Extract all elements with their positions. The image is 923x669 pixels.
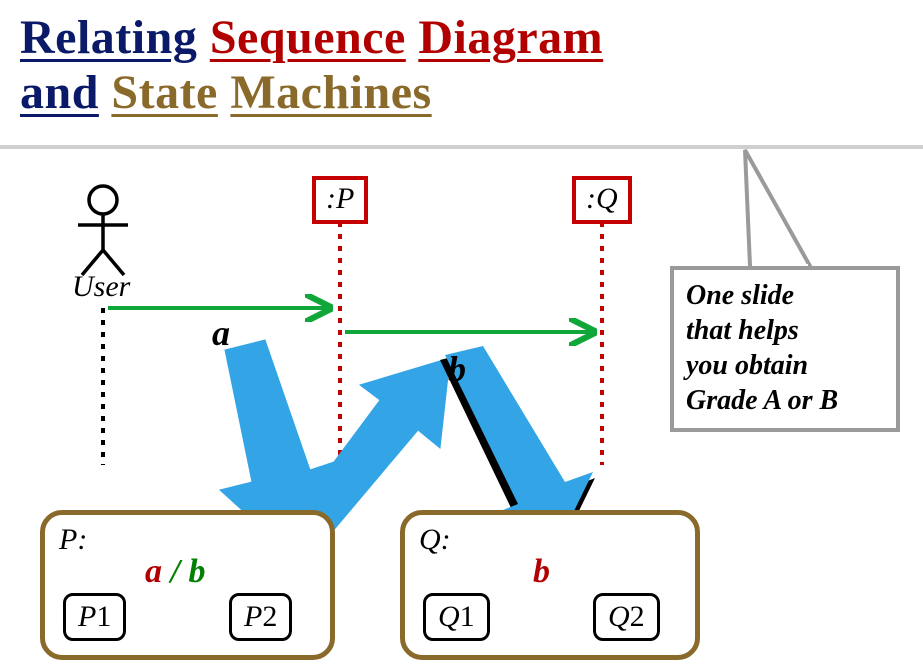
title-word-relating: Relating xyxy=(20,11,197,64)
state-q2: Q2 xyxy=(593,593,660,641)
sm-p-trans-a: a xyxy=(145,553,162,590)
message-a-label: a xyxy=(212,312,230,354)
state-machine-q: Q: b Q1 Q2 xyxy=(400,510,700,660)
title-word-and: and xyxy=(20,66,99,119)
message-b-label: b xyxy=(448,348,466,390)
sm-q-transition-label: b xyxy=(533,553,550,591)
state-p1-num: 1 xyxy=(96,600,111,633)
title-word-state: State xyxy=(111,66,217,119)
callout-line3: you obtain xyxy=(686,348,886,383)
callout-box: One slide that helps you obtain Grade A … xyxy=(670,266,900,432)
sm-p-trans-b: b xyxy=(188,553,205,590)
title-divider xyxy=(0,145,923,149)
sm-p-transition-label: a / b xyxy=(145,553,205,591)
state-p2: P2 xyxy=(229,593,292,641)
state-q2-letter: Q xyxy=(608,600,630,633)
lifeline-head-p: :P xyxy=(312,176,368,224)
state-q1: Q1 xyxy=(423,593,490,641)
state-q2-num: 2 xyxy=(630,600,645,633)
sm-p-title: P: xyxy=(59,523,87,557)
title-word-diagram: Diagram xyxy=(418,11,603,64)
state-q1-letter: Q xyxy=(438,600,460,633)
state-p2-letter: P xyxy=(244,600,262,633)
lifeline-p-label: :P xyxy=(326,182,354,215)
actor-label: User xyxy=(72,270,130,304)
lifeline-q-label: :Q xyxy=(586,182,618,215)
callout-tail xyxy=(745,150,810,270)
sm-q-trans-b: b xyxy=(533,553,550,590)
title-word-machines: Machines xyxy=(230,66,431,119)
state-q1-num: 1 xyxy=(460,600,475,633)
state-p2-num: 2 xyxy=(262,600,277,633)
state-machine-p: P: a / b P1 P2 xyxy=(40,510,335,660)
sm-q-title: Q: xyxy=(419,523,451,557)
title-word-sequence: Sequence xyxy=(210,11,406,64)
callout-line2: that helps xyxy=(686,313,886,348)
callout-line1: One slide xyxy=(686,278,886,313)
lifeline-head-q: :Q xyxy=(572,176,632,224)
state-p1-letter: P xyxy=(78,600,96,633)
callout-line4: Grade A or B xyxy=(686,383,886,418)
state-p1: P1 xyxy=(63,593,126,641)
slide-title: Relating Sequence Diagram and State Mach… xyxy=(20,10,603,120)
slide: Relating Sequence Diagram and State Mach… xyxy=(0,0,923,669)
actor-icon xyxy=(78,186,128,275)
sm-p-trans-sep: / xyxy=(171,553,180,590)
